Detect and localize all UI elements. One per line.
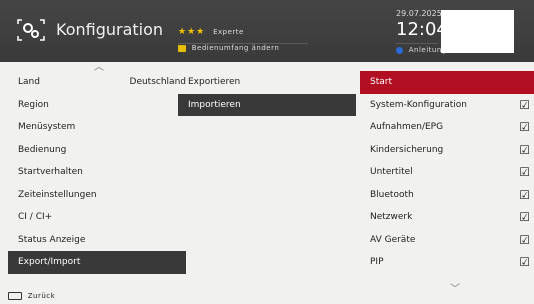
option-bluetooth[interactable]: Bluetooth ☑ bbox=[360, 184, 534, 207]
page-title: Konfiguration bbox=[56, 20, 164, 39]
menu-item-label: CI / CI+ bbox=[18, 212, 53, 222]
change-scope-label: Bedienumfang ändern bbox=[191, 44, 280, 52]
header-bar: Konfiguration ★★★ Experte Bedienumfang ä… bbox=[0, 0, 534, 62]
checkbox-checked-icon[interactable]: ☑ bbox=[519, 229, 530, 252]
submenu-item-label: Importieren bbox=[188, 99, 241, 110]
menu-item-label: Startverhalten bbox=[18, 167, 83, 177]
checkbox-checked-icon[interactable]: ☑ bbox=[519, 94, 530, 117]
scroll-down-icon[interactable]: ﹀ bbox=[450, 280, 460, 295]
menu-item-ci[interactable]: CI / CI+ bbox=[8, 206, 186, 229]
menu-item-label: Menüsystem bbox=[18, 122, 76, 132]
checkbox-checked-icon[interactable]: ☑ bbox=[519, 206, 530, 229]
sub-menu: Exportieren Importieren bbox=[178, 71, 356, 116]
stars-indicator: ★★★ bbox=[178, 27, 206, 37]
back-button[interactable]: Zurück bbox=[8, 292, 55, 300]
submenu-item-export[interactable]: Exportieren bbox=[178, 71, 356, 94]
option-aufnahmen-epg[interactable]: Aufnahmen/EPG ☑ bbox=[360, 116, 534, 139]
expert-level: ★★★ Experte bbox=[178, 27, 244, 37]
checkbox-checked-icon[interactable]: ☑ bbox=[519, 161, 530, 184]
submenu-item-label: Exportieren bbox=[188, 77, 241, 87]
video-preview bbox=[441, 10, 514, 53]
settings-icon bbox=[16, 18, 46, 46]
option-start[interactable]: Start bbox=[360, 71, 534, 94]
menu-item-bedienung[interactable]: Bedienung bbox=[8, 139, 186, 162]
checkbox-checked-icon[interactable]: ☑ bbox=[519, 184, 530, 207]
menu-item-status-anzeige[interactable]: Status Anzeige bbox=[8, 229, 186, 252]
menu-item-label: Export/Import bbox=[18, 257, 81, 267]
menu-item-label: Status Anzeige bbox=[18, 234, 86, 245]
option-label: Start bbox=[370, 77, 392, 87]
blue-key-icon bbox=[396, 46, 403, 54]
option-label: Netzwerk bbox=[370, 212, 413, 222]
menu-item-label: Zeiteinstellungen bbox=[18, 189, 97, 200]
change-scope-button[interactable]: Bedienumfang ändern bbox=[178, 44, 279, 52]
option-pip[interactable]: PIP ☑ bbox=[360, 251, 534, 274]
menu-item-label: Bedienung bbox=[18, 144, 67, 155]
menu-item-menusystem[interactable]: Menüsystem bbox=[8, 116, 186, 139]
option-netzwerk[interactable]: Netzwerk ☑ bbox=[360, 206, 534, 229]
checkbox-checked-icon[interactable]: ☑ bbox=[519, 139, 530, 162]
import-options: Start System-Konfiguration ☑ Aufnahmen/EP… bbox=[360, 71, 534, 274]
checkbox-checked-icon[interactable]: ☑ bbox=[519, 251, 530, 274]
back-key-icon bbox=[8, 292, 22, 300]
option-system-config[interactable]: System-Konfiguration ☑ bbox=[360, 94, 534, 117]
menu-item-label: Land bbox=[18, 77, 40, 87]
menu-item-zeiteinstellungen[interactable]: Zeiteinstellungen bbox=[8, 184, 186, 207]
option-label: Untertitel bbox=[370, 167, 413, 177]
option-label: Kindersicherung bbox=[370, 144, 444, 155]
date-display: 29.07.2025 bbox=[396, 9, 442, 18]
header-divider bbox=[178, 43, 308, 44]
option-kindersicherung[interactable]: Kindersicherung ☑ bbox=[360, 139, 534, 162]
menu-item-region[interactable]: Region bbox=[8, 94, 186, 117]
menu-item-export-import[interactable]: Export/Import bbox=[8, 251, 186, 274]
header-divider-right bbox=[396, 43, 438, 44]
menu-item-label: Region bbox=[18, 99, 49, 110]
yellow-key-icon bbox=[178, 44, 186, 52]
submenu-item-import[interactable]: Importieren bbox=[178, 93, 356, 116]
option-av-geraete[interactable]: AV Geräte ☑ bbox=[360, 229, 534, 252]
option-label: PIP bbox=[370, 257, 384, 267]
menu-item-startverhalten[interactable]: Startverhalten bbox=[8, 161, 186, 184]
option-untertitel[interactable]: Untertitel ☑ bbox=[360, 161, 534, 184]
option-label: Aufnahmen/EPG bbox=[370, 122, 444, 132]
main-menu: Land Deutschland Region Menüsystem Bedie… bbox=[8, 71, 186, 274]
checkbox-checked-icon[interactable]: ☑ bbox=[519, 116, 530, 139]
option-label: System-Konfiguration bbox=[370, 99, 468, 110]
option-label: AV Geräte bbox=[370, 234, 416, 245]
guide-button[interactable]: Anleitung bbox=[396, 46, 447, 54]
back-label: Zurück bbox=[27, 292, 56, 300]
option-label: Bluetooth bbox=[370, 189, 414, 200]
menu-item-land[interactable]: Land Deutschland bbox=[8, 71, 186, 94]
level-label: Experte bbox=[213, 28, 244, 36]
